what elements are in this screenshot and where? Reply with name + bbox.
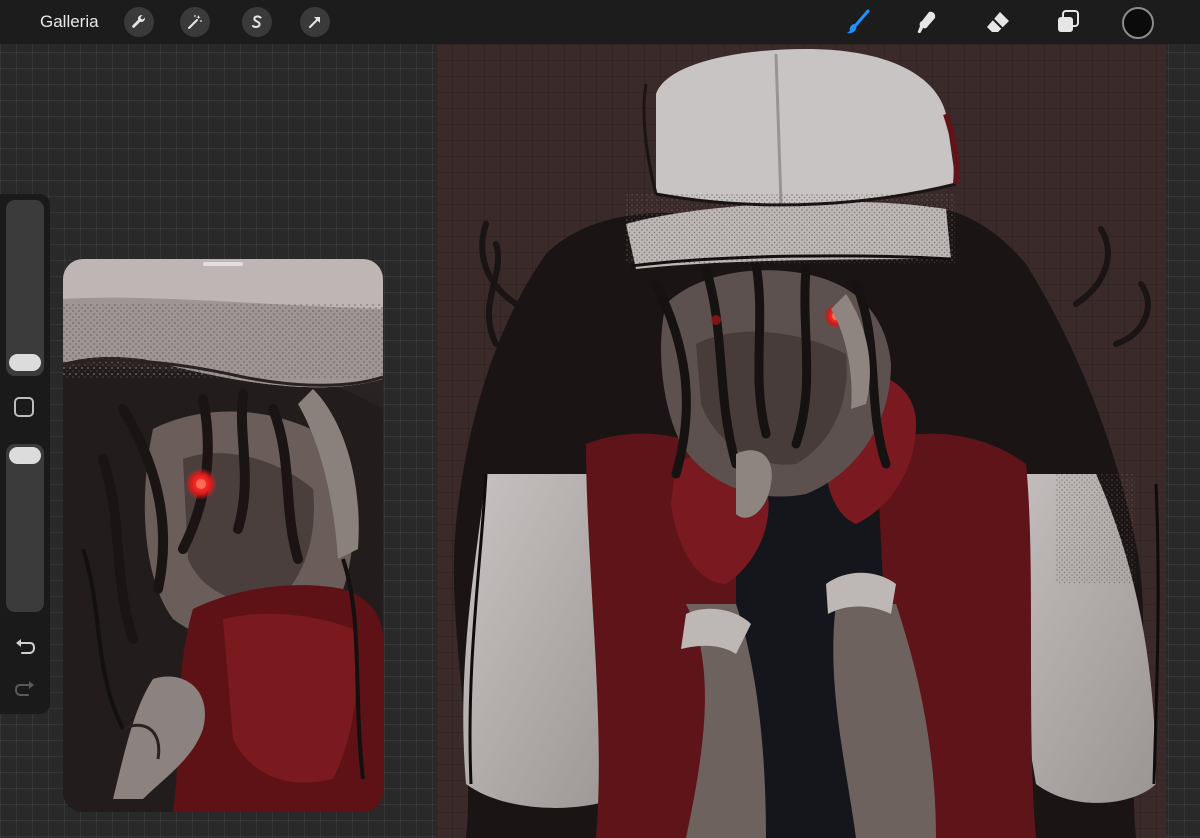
left-sidebar <box>0 194 50 714</box>
smudge-icon <box>912 8 940 36</box>
modify-button[interactable] <box>14 397 34 417</box>
brush-size-slider[interactable] <box>6 200 44 376</box>
top-toolbar: Galleria <box>0 0 1200 44</box>
opacity-slider[interactable] <box>6 444 44 612</box>
canvas-right-edge <box>1166 44 1200 838</box>
layers-button[interactable] <box>1052 6 1084 38</box>
reference-window[interactable] <box>63 259 383 812</box>
brush-size-thumb[interactable] <box>9 354 41 371</box>
gallery-button[interactable]: Galleria <box>40 11 99 33</box>
redo-icon <box>14 680 36 698</box>
eraser-tool-button[interactable] <box>982 6 1014 38</box>
color-picker-button[interactable] <box>1122 7 1154 39</box>
magic-wand-icon <box>186 13 204 31</box>
selection-s-icon <box>248 13 266 31</box>
adjustments-button[interactable] <box>180 7 210 37</box>
eraser-icon <box>984 8 1012 36</box>
transform-button[interactable] <box>300 7 330 37</box>
brush-icon <box>844 8 872 36</box>
layers-icon <box>1054 8 1082 36</box>
reference-drag-handle[interactable] <box>203 262 243 266</box>
wrench-icon <box>130 13 148 31</box>
canvas-artwork <box>436 44 1166 838</box>
drawing-canvas[interactable] <box>436 44 1166 838</box>
undo-icon <box>14 638 36 656</box>
brush-tool-button[interactable] <box>842 6 874 38</box>
transform-arrow-icon <box>306 13 324 31</box>
actions-button[interactable] <box>124 7 154 37</box>
selection-button[interactable] <box>242 7 272 37</box>
smudge-tool-button[interactable] <box>910 6 942 38</box>
reference-image <box>63 259 383 812</box>
undo-button[interactable] <box>12 636 38 658</box>
redo-button[interactable] <box>12 678 38 700</box>
opacity-thumb[interactable] <box>9 447 41 464</box>
